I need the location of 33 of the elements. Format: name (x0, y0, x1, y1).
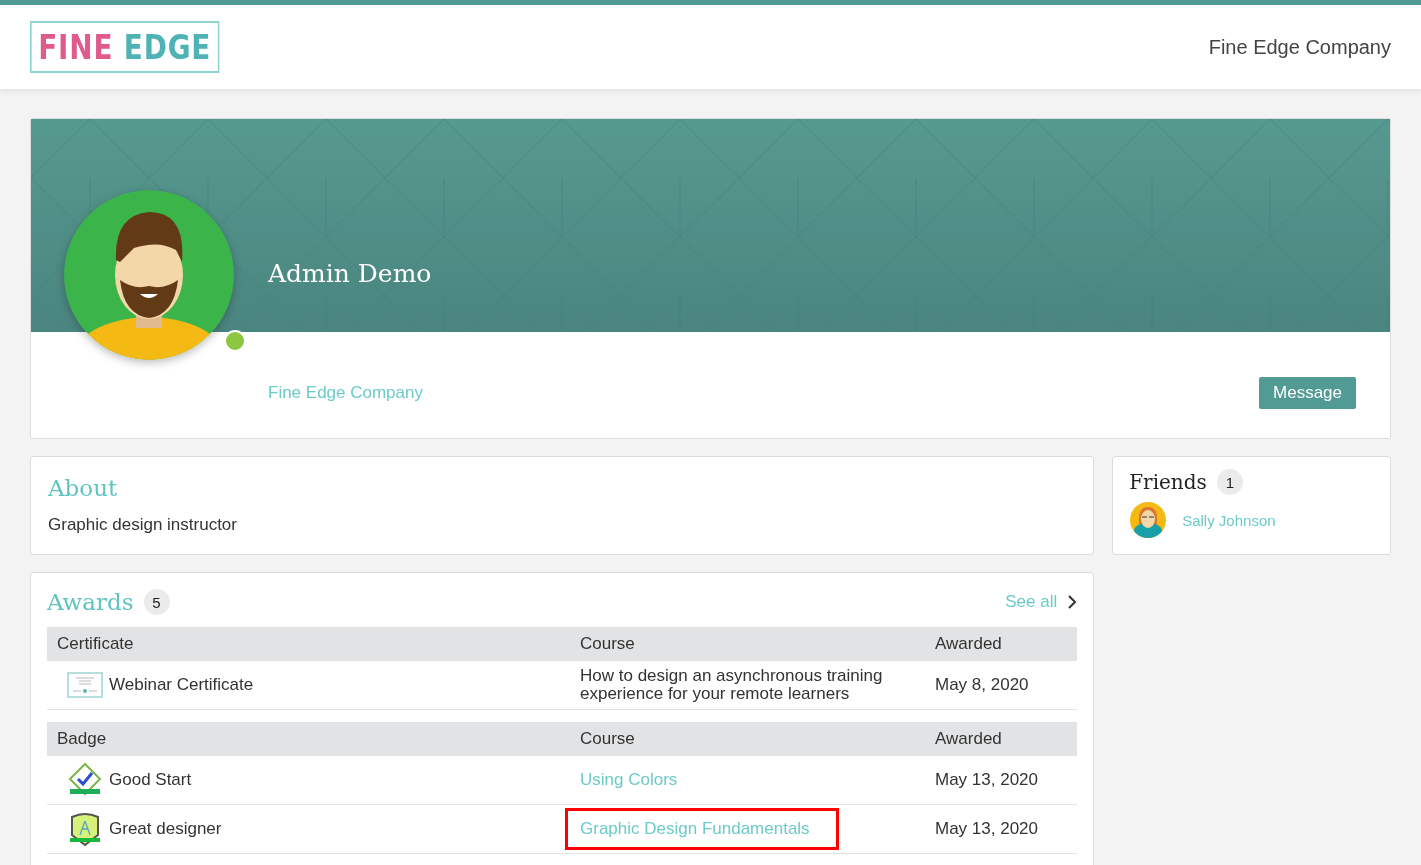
company-name: Fine Edge Company (1208, 35, 1391, 59)
column-header: Course (580, 634, 636, 654)
awards-title: Awards (47, 589, 134, 615)
award-name: Webinar Certificate (109, 675, 254, 695)
chevron-right-icon[interactable] (1067, 594, 1078, 610)
company-link[interactable]: Fine Edge Company (268, 383, 423, 403)
message-button[interactable]: Message (1259, 377, 1356, 409)
award-date: May 13, 2020 (935, 819, 1038, 838)
checkmark-badge-icon (67, 762, 103, 798)
course-name: How to design an asynchronous training experience for your remote learners (580, 667, 884, 703)
course-link[interactable]: Graphic Design Fundamentals (568, 811, 836, 847)
see-all-link[interactable]: See all (1005, 592, 1058, 612)
friend-avatar-illustration (1129, 501, 1168, 539)
award-name: Good Start (109, 770, 192, 790)
award-date: May 13, 2020 (935, 770, 1038, 789)
about-text: Graphic design instructor (48, 515, 238, 535)
awards-count: 5 (143, 589, 170, 615)
column-header: Course (580, 729, 636, 749)
profile-name: Admin Demo (268, 259, 432, 288)
column-header: Awarded (935, 729, 1003, 749)
shield-badge-icon (67, 811, 103, 847)
award-date: May 8, 2020 (935, 675, 1029, 694)
award-name: Great designer (109, 819, 222, 839)
logo[interactable]: FINE EDGE (30, 21, 220, 73)
course-link[interactable]: Using Colors (580, 771, 678, 789)
column-header: Badge (57, 729, 108, 749)
about-title: About (48, 475, 119, 501)
column-header: Certificate (57, 634, 135, 654)
friends-title: Friends (1129, 470, 1207, 494)
column-header: Awarded (935, 634, 1003, 654)
friends-count: 1 (1216, 469, 1243, 495)
friend-name-link[interactable]: Sally Johnson (1182, 511, 1276, 529)
certificate-icon (67, 672, 103, 698)
